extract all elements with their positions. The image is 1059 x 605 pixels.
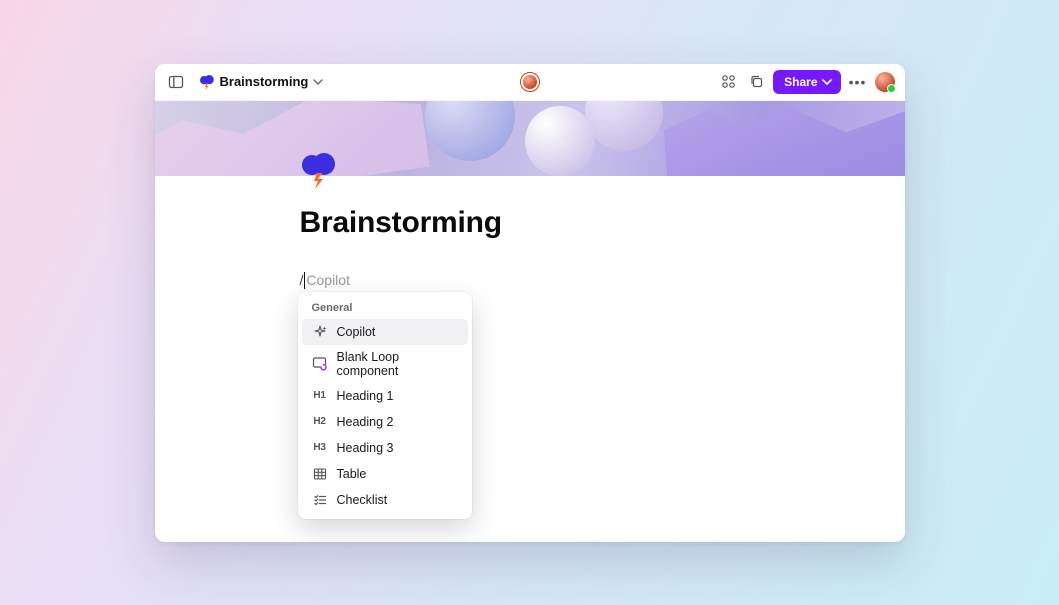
page-title[interactable]: Brainstorming — [300, 206, 905, 240]
table-icon — [312, 466, 328, 482]
brainstorm-emoji-icon — [199, 74, 215, 90]
app-window: Brainstorming — [155, 64, 905, 542]
slash-command-menu: General Copilot — [298, 292, 472, 519]
menu-item-loop-component[interactable]: Blank Loop component — [302, 345, 468, 383]
h2-icon: H2 — [312, 414, 328, 430]
menu-item-table[interactable]: Table — [302, 461, 468, 487]
menu-item-label: Copilot — [337, 325, 376, 339]
checklist-icon — [312, 492, 328, 508]
more-options-button[interactable]: ••• — [847, 71, 869, 93]
slash-prefix: / — [300, 272, 304, 288]
sparkle-icon — [312, 324, 328, 340]
panel-left-icon — [168, 74, 184, 90]
share-button-label: Share — [784, 75, 817, 89]
h1-icon: H1 — [312, 388, 328, 404]
apps-button[interactable] — [717, 71, 739, 93]
menu-item-label: Blank Loop component — [337, 350, 458, 378]
menu-item-copilot[interactable]: Copilot — [302, 319, 468, 345]
loop-component-icon — [312, 356, 328, 372]
menu-section-header: General — [302, 298, 468, 319]
menu-item-heading-1[interactable]: H1 Heading 1 — [302, 383, 468, 409]
share-button[interactable]: Share — [773, 70, 840, 94]
user-presence-avatar[interactable] — [875, 72, 895, 92]
chevron-down-icon — [313, 77, 323, 87]
menu-item-heading-3[interactable]: H3 Heading 3 — [302, 435, 468, 461]
ellipsis-icon: ••• — [847, 74, 869, 90]
menu-item-heading-2[interactable]: H2 Heading 2 — [302, 409, 468, 435]
page-emoji[interactable] — [300, 152, 338, 190]
document-body: Brainstorming / Copilot General Copilot — [155, 176, 905, 542]
topbar: Brainstorming — [155, 64, 905, 101]
text-caret — [304, 272, 305, 289]
copy-component-button[interactable] — [745, 71, 767, 93]
menu-item-label: Checklist — [337, 493, 388, 507]
menu-item-checklist[interactable]: Checklist — [302, 487, 468, 513]
cover-image[interactable] — [155, 101, 905, 176]
topbar-title: Brainstorming — [220, 74, 309, 89]
menu-item-label: Heading 2 — [337, 415, 394, 429]
menu-item-label: Heading 3 — [337, 441, 394, 455]
copy-icon — [749, 74, 764, 89]
active-user-indicator[interactable] — [520, 72, 540, 92]
menu-item-label: Table — [337, 467, 367, 481]
page-switcher[interactable]: Brainstorming — [195, 72, 328, 92]
apps-grid-icon — [721, 74, 736, 89]
h3-icon: H3 — [312, 440, 328, 456]
avatar-icon — [520, 72, 540, 92]
slash-query-placeholder: Copilot — [306, 272, 350, 288]
menu-item-label: Heading 1 — [337, 389, 394, 403]
editor-input[interactable]: / Copilot — [300, 272, 905, 289]
chevron-down-icon — [822, 77, 832, 87]
sidebar-toggle-button[interactable] — [165, 71, 187, 93]
brainstorm-emoji-icon — [300, 152, 338, 190]
